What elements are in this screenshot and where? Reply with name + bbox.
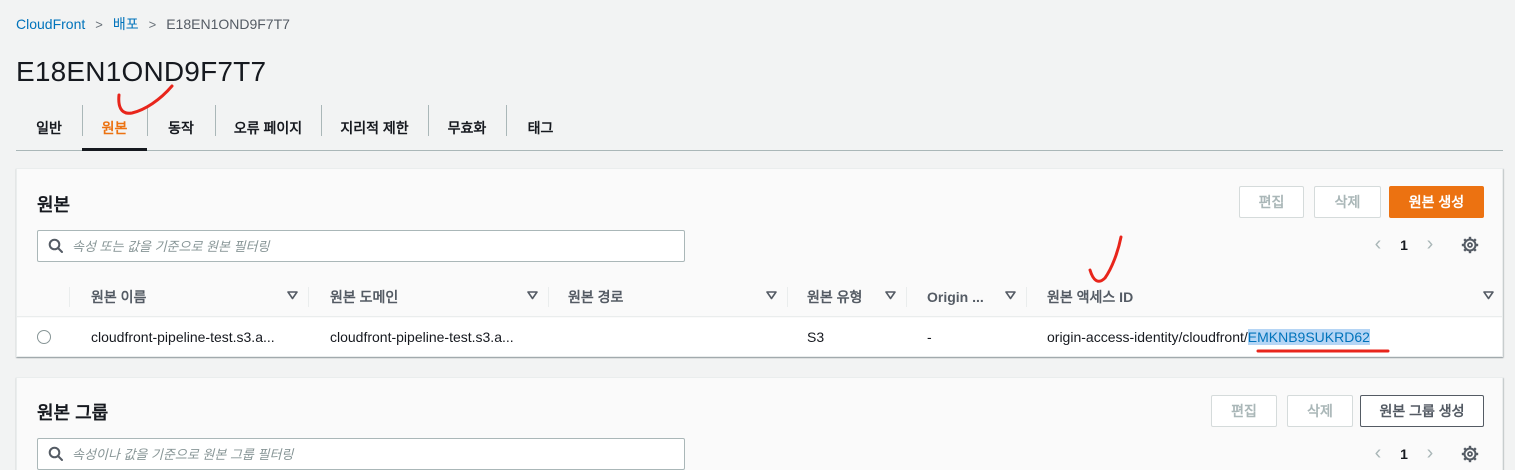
- origin-groups-panel-header: 원본 그룹 편집 삭제 원본 그룹 생성 ‹ 1 ›: [17, 378, 1502, 470]
- chevron-left-icon[interactable]: ‹: [1366, 233, 1390, 256]
- breadcrumb-cloudfront[interactable]: CloudFront: [16, 16, 85, 32]
- tab-general[interactable]: 일반: [16, 105, 82, 150]
- cell-origin-type: S3: [807, 329, 825, 345]
- table-row[interactable]: cloudfront-pipeline-test.s3.a... cloudfr…: [17, 318, 1502, 356]
- edit-origin-group-button[interactable]: 편집: [1211, 395, 1277, 427]
- chevron-left-icon[interactable]: ‹: [1366, 442, 1390, 465]
- chevron-right-icon: >: [95, 16, 103, 32]
- cell-origin-domain: cloudfront-pipeline-test.s3.a...: [330, 329, 514, 345]
- cell-origin-shield: -: [927, 329, 932, 345]
- column-origin-name[interactable]: 원본 이름: [69, 277, 308, 317]
- access-id-prefix: origin-access-identity/cloudfront/: [1047, 329, 1248, 345]
- cell-origin-name: cloudfront-pipeline-test.s3.a...: [91, 329, 275, 345]
- column-origin-domain[interactable]: 원본 도메인: [308, 277, 548, 317]
- origin-groups-filter[interactable]: [37, 438, 685, 470]
- column-origin-access-id[interactable]: 원본 액세스 ID: [1026, 277, 1504, 317]
- tab-error-pages[interactable]: 오류 페이지: [215, 105, 321, 150]
- breadcrumb-distributions[interactable]: 배포: [113, 14, 139, 34]
- sort-down-icon: [287, 291, 298, 300]
- origins-title: 원본: [37, 195, 71, 215]
- sort-down-icon: [766, 291, 777, 300]
- sort-down-icon: [1483, 291, 1494, 300]
- search-icon: [48, 238, 63, 253]
- origin-groups-title: 원본 그룹: [37, 403, 109, 423]
- chevron-right-icon: >: [148, 16, 157, 32]
- origin-groups-panel: 원본 그룹 편집 삭제 원본 그룹 생성 ‹ 1 ›: [16, 377, 1503, 470]
- tab-invalidations[interactable]: 무효화: [428, 105, 506, 150]
- tab-bar: 일반 원본 동작 오류 페이지 지리적 제한 무효화 태그: [16, 105, 1503, 151]
- tab-geo-restriction[interactable]: 지리적 제한: [321, 105, 428, 150]
- origins-pagination: ‹ 1 ›: [1366, 233, 1442, 256]
- edit-origin-button[interactable]: 편집: [1239, 186, 1304, 218]
- origin-groups-search-input[interactable]: [72, 446, 684, 462]
- cell-origin-access-id: origin-access-identity/cloudfront/EMKNB9…: [1047, 318, 1370, 356]
- breadcrumb-current: E18EN1OND9F7T7: [166, 16, 290, 32]
- origins-panel: 원본 편집 삭제 원본 생성 ‹ 1 ›: [16, 168, 1503, 357]
- page-number[interactable]: 1: [1390, 446, 1418, 462]
- column-origin-path[interactable]: 원본 경로: [548, 277, 787, 317]
- chevron-right-icon[interactable]: ›: [1418, 442, 1442, 465]
- gear-icon[interactable]: [1461, 445, 1479, 463]
- sort-down-icon: [527, 291, 538, 300]
- page-title: E18EN1OND9F7T7: [16, 56, 267, 87]
- chevron-right-icon[interactable]: ›: [1418, 233, 1442, 256]
- delete-origin-button[interactable]: 삭제: [1314, 186, 1381, 218]
- create-origin-group-button[interactable]: 원본 그룹 생성: [1360, 395, 1484, 427]
- row-select-radio[interactable]: [37, 330, 51, 344]
- sort-down-icon: [885, 291, 896, 300]
- search-icon: [48, 446, 63, 461]
- origins-search-input[interactable]: [72, 238, 684, 254]
- origin-groups-pagination: ‹ 1 ›: [1366, 442, 1442, 465]
- tab-origins[interactable]: 원본: [82, 105, 147, 151]
- gear-icon[interactable]: [1461, 236, 1479, 254]
- column-origin-type[interactable]: 원본 유형: [787, 277, 906, 317]
- sort-down-icon: [1005, 291, 1016, 300]
- create-origin-button[interactable]: 원본 생성: [1389, 186, 1484, 218]
- origins-table-header: 원본 이름 원본 도메인 원본 경로 원본 유형 Origin ... 원본 액…: [17, 277, 1502, 317]
- access-id-value[interactable]: EMKNB9SUKRD62: [1247, 329, 1370, 345]
- tab-behaviors[interactable]: 동작: [147, 105, 215, 150]
- origins-panel-header: 원본 편집 삭제 원본 생성 ‹ 1 ›: [17, 169, 1502, 318]
- column-origin-shield[interactable]: Origin ...: [906, 277, 1026, 317]
- page-number[interactable]: 1: [1390, 237, 1418, 253]
- breadcrumb: CloudFront > 배포 > E18EN1OND9F7T7: [16, 14, 290, 34]
- origins-filter[interactable]: [37, 230, 685, 262]
- delete-origin-group-button[interactable]: 삭제: [1287, 395, 1353, 427]
- tab-tags[interactable]: 태그: [506, 105, 575, 150]
